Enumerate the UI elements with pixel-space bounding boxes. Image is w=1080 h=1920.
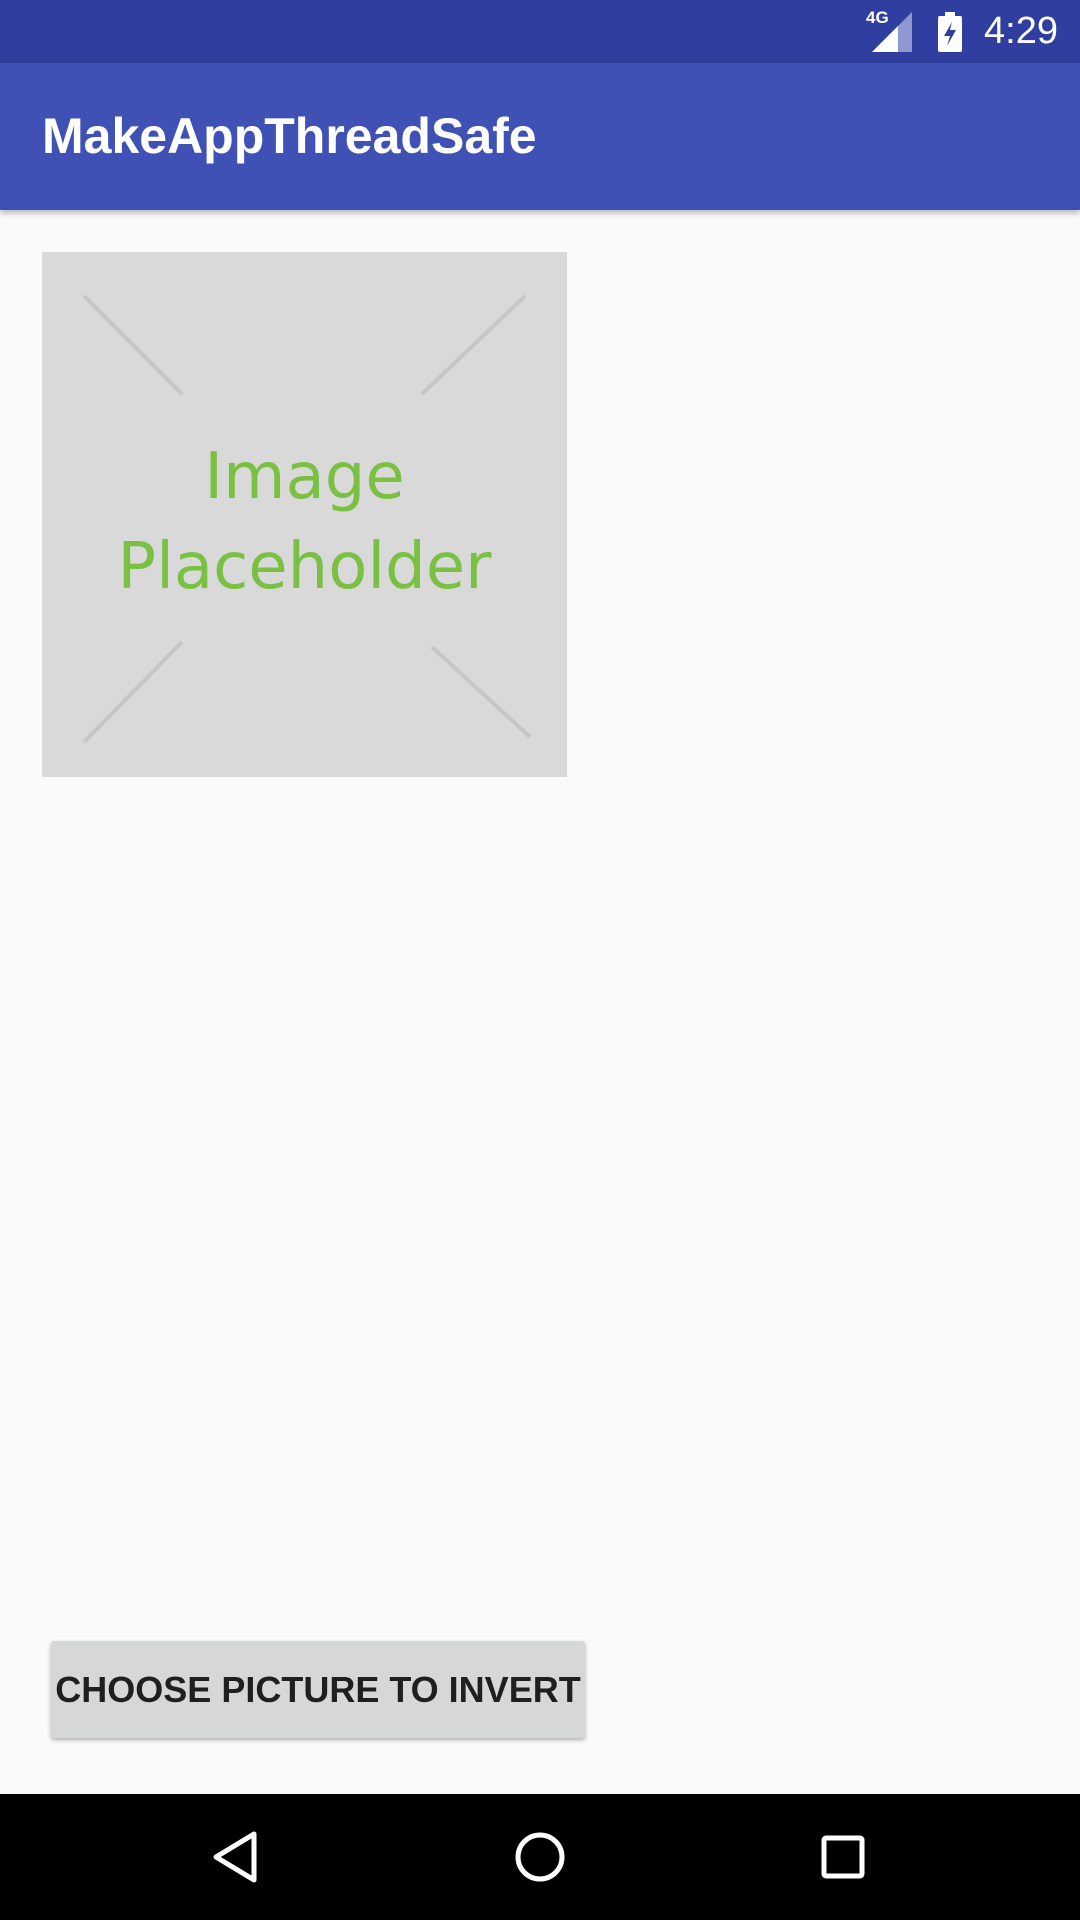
home-circle-icon: [515, 1832, 565, 1882]
app-title: MakeAppThreadSafe: [42, 108, 537, 164]
placeholder-line-2: Placeholder: [117, 530, 492, 604]
placeholder-text: Image Placeholder: [42, 432, 567, 612]
image-preview: Image Placeholder: [42, 252, 567, 777]
status-time: 4:29: [984, 10, 1058, 52]
choose-picture-button[interactable]: CHOOSE PICTURE TO INVERT: [51, 1641, 585, 1738]
app-bar: MakeAppThreadSafe: [0, 63, 1080, 210]
status-icons: 4G 4:29: [866, 0, 1080, 63]
placeholder-line-1: Image: [204, 440, 405, 514]
status-bar: 4G 4:29: [0, 0, 1080, 63]
home-button[interactable]: [460, 1794, 620, 1920]
cellular-signal-icon: 4G: [866, 8, 913, 52]
back-button[interactable]: [156, 1794, 316, 1920]
recents-button[interactable]: [763, 1794, 923, 1920]
recents-square-icon: [821, 1835, 865, 1879]
navigation-bar: [0, 1794, 1080, 1920]
battery-charging-icon: [938, 11, 963, 52]
back-triangle-icon: [213, 1831, 257, 1883]
